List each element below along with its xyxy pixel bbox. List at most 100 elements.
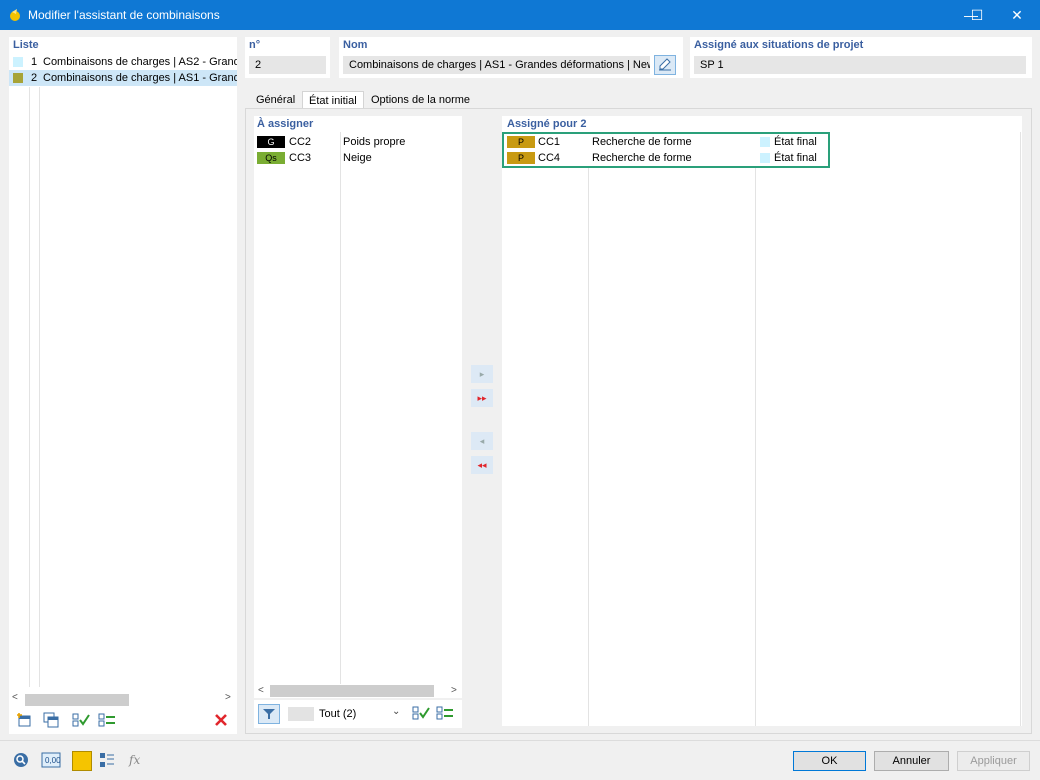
load-case-name: Neige	[343, 152, 372, 164]
check-all-button[interactable]	[410, 704, 432, 724]
filter-value: Tout (2)	[319, 708, 357, 720]
apply-button[interactable]: Appliquer	[957, 751, 1030, 771]
app-icon	[10, 9, 20, 21]
load-type-chip: Qs	[257, 152, 285, 164]
to-assign-row[interactable]: G CC2 Poids propre	[254, 134, 462, 150]
list-column-divider	[29, 87, 30, 687]
tree-view-button[interactable]	[96, 751, 118, 771]
ok-button[interactable]: OK	[793, 751, 866, 771]
tab-general[interactable]: Général	[250, 91, 301, 109]
window-title: Modifier l'assistant de combinaisons	[28, 8, 220, 22]
tab-initial-state[interactable]: État initial	[302, 91, 364, 109]
list-item-color-swatch	[13, 73, 23, 83]
list-column-divider	[39, 87, 40, 687]
to-assign-panel: À assigner G CC2 Poids propre Qs CC3 Nei…	[254, 116, 462, 684]
scroll-right-icon[interactable]: >	[225, 692, 231, 703]
search-button[interactable]	[10, 751, 32, 771]
to-assign-header: À assigner	[257, 118, 314, 130]
new-item-button[interactable]	[13, 711, 35, 731]
toggle-check-button[interactable]	[96, 711, 118, 731]
list-item-color-swatch	[13, 57, 23, 67]
svg-text:fx: fx	[128, 753, 140, 767]
name-field[interactable]: Combinaisons de charges | AS1 - Grandes …	[343, 56, 650, 74]
load-type-chip: G	[257, 136, 285, 148]
decimal-places-label: 0,00	[45, 756, 61, 765]
remove-all-button[interactable]: ◂◂	[471, 456, 493, 474]
assign-all-button[interactable]: ▸▸	[471, 389, 493, 407]
assigned-row[interactable]: P CC4 Recherche de forme État final	[504, 150, 830, 166]
load-case-id: CC2	[289, 136, 312, 148]
scroll-left-icon[interactable]: <	[258, 685, 264, 696]
number-field[interactable]: 2	[249, 56, 326, 74]
load-type-chip: P	[507, 136, 535, 148]
list-item-label: Combinaisons de charges | AS2 - Grandes	[43, 56, 237, 68]
scroll-left-icon[interactable]: <	[12, 692, 18, 703]
copy-item-button[interactable]	[40, 711, 62, 731]
decimal-places-button[interactable]: 0,00	[40, 751, 62, 771]
assign-selected-button[interactable]: ▸	[471, 365, 493, 383]
list-item-number: 1	[31, 56, 38, 68]
toggle-check-icon	[98, 713, 115, 727]
column-divider	[755, 168, 756, 726]
edit-name-button[interactable]	[654, 55, 676, 75]
load-case-id: CC1	[538, 136, 561, 148]
close-window-button[interactable]: ✕	[994, 0, 1040, 30]
load-case-name: Poids propre	[343, 136, 406, 148]
cancel-button[interactable]: Annuler	[874, 751, 949, 771]
formula-button[interactable]: fx	[124, 751, 146, 771]
load-type-chip: P	[507, 152, 535, 164]
remove-selected-button[interactable]: ◂	[471, 432, 493, 450]
check-all-icon	[72, 713, 90, 727]
situations-field[interactable]: SP 1	[694, 56, 1026, 74]
analysis-method: Recherche de forme	[592, 152, 692, 164]
assigned-row[interactable]: P CC1 Recherche de forme État final	[504, 134, 830, 150]
filter-dropdown[interactable]: Tout (2) ⌄	[286, 705, 410, 723]
color-button[interactable]	[72, 751, 92, 771]
list-item-number: 2	[31, 72, 38, 84]
state-color-swatch	[760, 137, 770, 147]
delete-icon	[215, 714, 227, 726]
new-item-icon	[17, 713, 31, 727]
filter-button[interactable]	[258, 704, 280, 724]
list-header: Liste	[13, 39, 39, 51]
search-icon	[14, 753, 28, 767]
scroll-thumb[interactable]	[270, 685, 434, 697]
edit-pencil-icon	[659, 58, 671, 71]
list-item-selected[interactable]: 2 Combinaisons de charges | AS1 - Grande…	[9, 70, 237, 86]
chevron-down-icon: ⌄	[392, 706, 401, 717]
filter-icon	[263, 709, 275, 719]
tree-view-icon	[100, 753, 114, 767]
check-all-button[interactable]	[70, 711, 92, 731]
tab-standard-options[interactable]: Options de la norme	[365, 91, 476, 109]
list-panel: Liste 1 Combinaisons de charges | AS2 - …	[9, 37, 237, 734]
situations-header: Assigné aux situations de projet	[694, 39, 864, 51]
load-case-id: CC3	[289, 152, 312, 164]
initial-state-value: État final	[774, 152, 817, 164]
name-section: Nom Combinaisons de charges | AS1 - Gran…	[339, 37, 683, 78]
column-divider	[1020, 132, 1021, 726]
delete-item-button[interactable]	[210, 711, 232, 731]
to-assign-row[interactable]: Qs CC3 Neige	[254, 150, 462, 166]
toggle-check-icon	[436, 706, 453, 720]
state-color-swatch	[760, 153, 770, 163]
title-bar: Modifier l'assistant de combinaisons — ☐…	[0, 0, 1040, 30]
to-assign-horizontal-scrollbar[interactable]: < >	[254, 684, 462, 698]
list-item[interactable]: 1 Combinaisons de charges | AS2 - Grande…	[9, 54, 237, 70]
filter-color-swatch	[288, 707, 314, 721]
assigned-panel: Assigné pour 2 P CC1 Recherche de forme …	[502, 116, 1022, 726]
list-horizontal-scrollbar[interactable]: < >	[9, 691, 237, 706]
number-section: n° 2	[245, 37, 330, 78]
scroll-thumb[interactable]	[25, 694, 129, 706]
footer-divider	[0, 740, 1040, 741]
column-divider	[340, 132, 341, 684]
number-header: n°	[249, 39, 261, 51]
formula-icon: fx	[128, 753, 140, 767]
name-header: Nom	[343, 39, 368, 51]
scroll-right-icon[interactable]: >	[451, 685, 457, 696]
assigned-header: Assigné pour 2	[507, 118, 587, 130]
analysis-method: Recherche de forme	[592, 136, 692, 148]
situations-section: Assigné aux situations de projet SP 1	[690, 37, 1032, 78]
toggle-check-button[interactable]	[434, 704, 456, 724]
check-all-icon	[412, 706, 430, 720]
to-assign-toolbar: Tout (2) ⌄	[254, 700, 462, 728]
